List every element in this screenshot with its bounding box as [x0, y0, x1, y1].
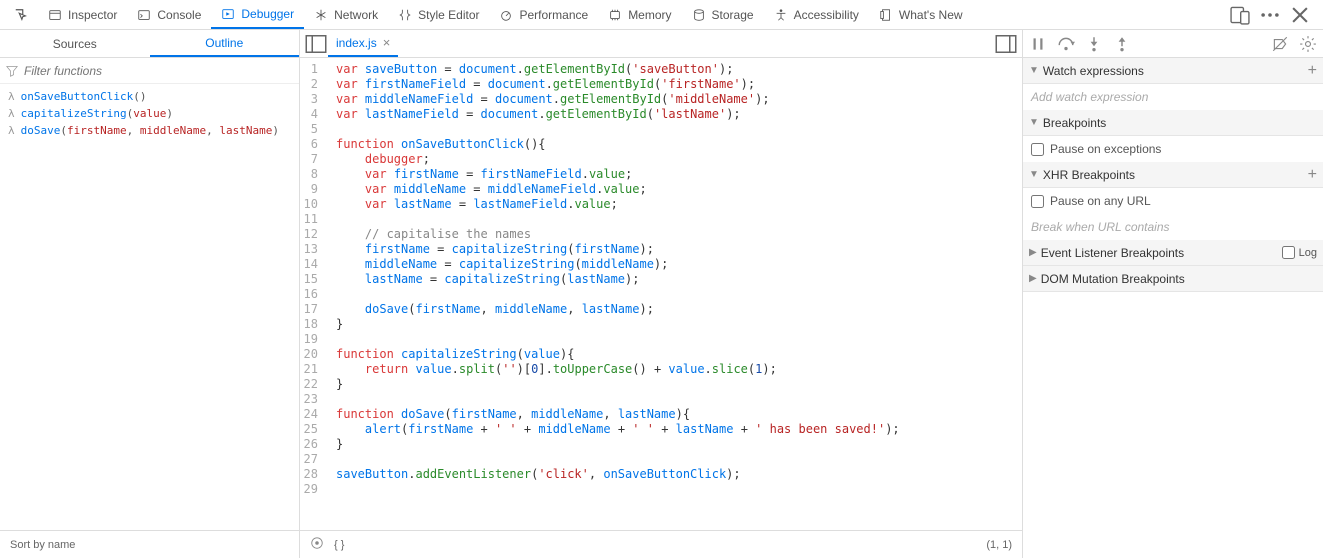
debugger-icon [221, 7, 235, 21]
step-over-button[interactable] [1057, 35, 1075, 53]
pick-element-icon [14, 8, 28, 22]
filter-icon [6, 65, 18, 77]
close-icon [1289, 4, 1311, 26]
tab-performance[interactable]: Performance [489, 1, 598, 29]
add-watch-button[interactable]: + [1308, 62, 1317, 80]
event-log-checkbox[interactable]: Log [1282, 246, 1317, 259]
file-tab-label: index.js [336, 36, 377, 50]
step-in-button[interactable] [1085, 35, 1103, 53]
tab-console[interactable]: Console [127, 1, 211, 29]
code-editor[interactable]: 1234567891011121314151617181920212223242… [300, 58, 1022, 530]
outline-list: λonSaveButtonClick()λcapitalizeString(va… [0, 84, 299, 530]
tab-memory[interactable]: Memory [598, 1, 681, 29]
toggle-tree-icon [304, 32, 328, 56]
kebab-menu-button[interactable] [1259, 4, 1281, 26]
devtools-toolbar: InspectorConsoleDebuggerNetworkStyle Edi… [0, 0, 1323, 30]
close-devtools-button[interactable] [1289, 4, 1311, 26]
style-editor-icon [398, 8, 412, 22]
event-listener-title: Event Listener Breakpoints [1041, 246, 1184, 260]
center-panel: index.js × 12345678910111213141516171819… [300, 30, 1023, 558]
responsive-mode-button[interactable] [1229, 4, 1251, 26]
network-icon [314, 8, 328, 22]
what-s-new-icon [879, 8, 893, 22]
left-footer-sort[interactable]: Sort by name [0, 530, 299, 558]
pause-on-exceptions-checkbox[interactable]: Pause on exceptions [1031, 142, 1315, 156]
left-panel-tabs: SourcesOutline [0, 30, 299, 58]
pick-element-button[interactable] [4, 2, 38, 28]
breakpoints-header[interactable]: ▼ Breakpoints [1023, 110, 1323, 136]
dom-mutation-breakpoints-header[interactable]: ▶ DOM Mutation Breakpoints [1023, 266, 1323, 292]
add-xhr-breakpoint-button[interactable]: + [1308, 166, 1317, 184]
line-numbers: 1234567891011121314151617181920212223242… [300, 58, 330, 530]
toolbar-tabs: InspectorConsoleDebuggerNetworkStyle Edi… [4, 1, 1229, 29]
twisty-down-icon: ▼ [1029, 117, 1039, 128]
memory-icon [608, 8, 622, 22]
step-out-button[interactable] [1113, 35, 1131, 53]
breakpoints-title: Breakpoints [1043, 116, 1106, 130]
xhr-breakpoints-title: XHR Breakpoints [1043, 168, 1135, 182]
right-panel: ▼ Watch expressions + Add watch expressi… [1023, 30, 1323, 558]
tab-accessibility[interactable]: Accessibility [764, 1, 869, 29]
outline-item[interactable]: λonSaveButtonClick() [0, 88, 299, 105]
debugger-settings-button[interactable] [1299, 35, 1317, 53]
pause-on-any-url-checkbox[interactable]: Pause on any URL [1031, 194, 1315, 208]
accessibility-icon [774, 8, 788, 22]
dots-icon [1259, 4, 1281, 26]
tab-style-editor[interactable]: Style Editor [388, 1, 489, 29]
tab-debugger[interactable]: Debugger [211, 1, 304, 29]
code-content: var saveButton = document.getElementById… [330, 58, 900, 530]
toggle-sources-tree-button[interactable] [304, 32, 328, 56]
debug-controls [1023, 30, 1323, 58]
console-icon [137, 8, 151, 22]
file-tab-index-js[interactable]: index.js × [328, 30, 398, 57]
left-tab-sources[interactable]: Sources [0, 30, 150, 57]
watch-expressions-title: Watch expressions [1043, 64, 1144, 78]
pretty-print-button[interactable]: { } [334, 539, 344, 551]
tab-storage[interactable]: Storage [682, 1, 764, 29]
filter-functions-row [0, 58, 299, 84]
dom-mutation-title: DOM Mutation Breakpoints [1041, 272, 1185, 286]
twisty-down-icon: ▼ [1029, 169, 1039, 180]
twisty-right-icon: ▶ [1029, 247, 1037, 258]
editor-footer: { } (1, 1) [300, 530, 1022, 558]
xhr-breakpoints-header[interactable]: ▼ XHR Breakpoints + [1023, 162, 1323, 188]
watch-expressions-header[interactable]: ▼ Watch expressions + [1023, 58, 1323, 84]
outline-item[interactable]: λdoSave(firstName, middleName, lastName) [0, 122, 299, 139]
tab-what-s-new[interactable]: What's New [869, 1, 973, 29]
filter-functions-input[interactable] [24, 64, 293, 78]
toggle-right-pane-button[interactable] [994, 32, 1018, 56]
xhr-url-input[interactable]: Break when URL contains [1023, 214, 1323, 240]
left-panel: SourcesOutline λonSaveButtonClick()λcapi… [0, 30, 300, 558]
responsive-icon [1229, 4, 1251, 26]
event-listener-breakpoints-header[interactable]: ▶ Event Listener Breakpoints Log [1023, 240, 1323, 266]
file-tabs-bar: index.js × [300, 30, 1022, 58]
tab-inspector[interactable]: Inspector [38, 1, 127, 29]
pause-button[interactable] [1029, 35, 1047, 53]
performance-icon [499, 8, 513, 22]
file-tab-close-button[interactable]: × [383, 35, 391, 50]
outline-item[interactable]: λcapitalizeString(value) [0, 105, 299, 122]
twisty-down-icon: ▼ [1029, 65, 1039, 76]
gear-icon [1299, 35, 1317, 53]
twisty-right-icon: ▶ [1029, 273, 1037, 284]
inspector-icon [48, 8, 62, 22]
toggle-right-icon [994, 32, 1018, 56]
storage-icon [692, 8, 706, 22]
cursor-position: (1, 1) [986, 539, 1012, 551]
left-tab-outline[interactable]: Outline [150, 30, 300, 57]
tab-network[interactable]: Network [304, 1, 388, 29]
watch-expressions-input[interactable]: Add watch expression [1023, 84, 1323, 110]
deactivate-breakpoints-button[interactable] [1271, 35, 1289, 53]
source-map-icon[interactable] [310, 536, 324, 553]
